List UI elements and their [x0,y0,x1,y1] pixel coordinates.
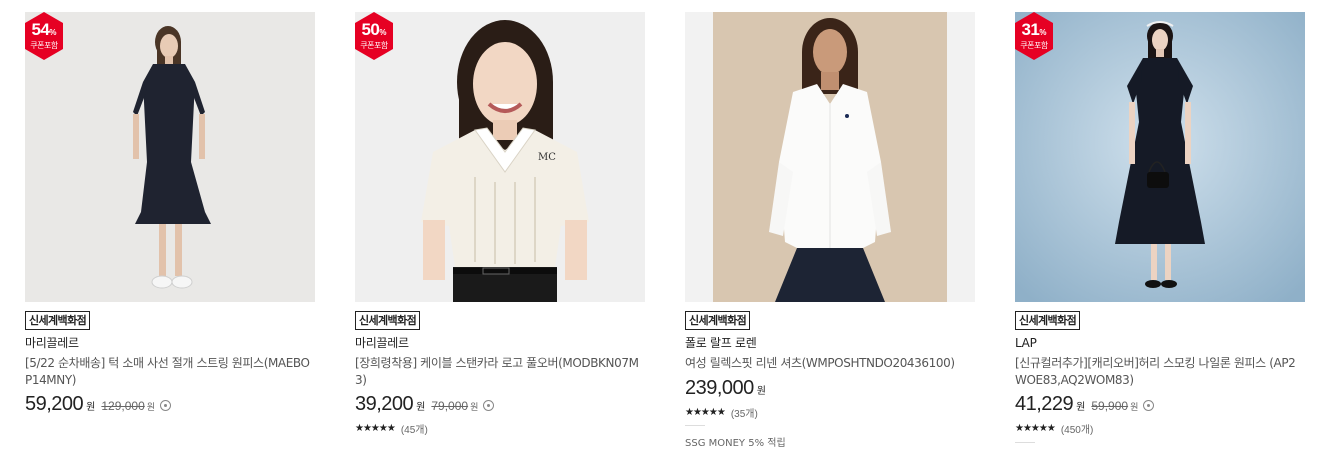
product-image[interactable]: MC 50% 쿠폰포함 [355,12,645,302]
product-title[interactable]: [장희령착용] 케이블 스탠카라 로고 풀오버(MODBKN07M3) [355,355,645,389]
divider [1015,442,1035,443]
price-info-icon[interactable] [160,400,172,411]
discount-badge: 54% 쿠폰포함 [25,12,63,60]
discount-badge: 31% 쿠폰포함 [1015,12,1053,60]
rating-row[interactable]: ★★★★★ (35개) [685,405,758,420]
store-tag: 신세계백화점 [685,311,751,330]
price-info-icon[interactable] [1143,400,1155,411]
coupon-included-label: 쿠폰포함 [30,41,58,50]
product-photo [1015,12,1305,302]
rating-row[interactable]: ★★★★★ (45개) [355,421,428,436]
original-price: 59,900 [1091,399,1129,413]
discount-percent: 54% [31,20,57,39]
price-row: 59,200 원 129,000 원 [25,393,172,416]
price-row: 239,000 원 [685,377,766,400]
discount-percent: 50% [361,20,387,39]
product-photo [685,12,975,302]
price-row: 39,200 원 79,000 원 [355,393,495,416]
original-currency-unit: 원 [1130,403,1139,413]
ssg-money-benefit: SSG MONEY 5% 적립 [685,438,786,449]
product-photo [25,12,315,302]
star-rating-icon: ★★★★★ [355,423,396,434]
rating-row[interactable]: ★★★★★ (450개) [1015,421,1093,436]
star-rating-icon: ★★★★★ [1015,423,1056,434]
star-rating-icon: ★★★★★ [685,407,726,418]
brand-name[interactable]: 폴로 랄프 로렌 [685,336,757,351]
product-photo: MC [355,12,645,302]
store-tag: 신세계백화점 [355,311,421,330]
coupon-included-label: 쿠폰포함 [360,41,388,50]
original-price: 79,000 [431,399,469,413]
product-image[interactable] [685,12,975,302]
sale-price: 39,200 [355,393,414,415]
currency-unit: 원 [756,386,766,397]
coupon-included-label: 쿠폰포함 [1020,41,1048,50]
product-image[interactable]: 31% 쿠폰포함 [1015,12,1305,302]
product-title[interactable]: 여성 릴렉스핏 리넨 셔츠(WMPOSHTNDO20436100) [685,355,975,372]
product-image[interactable]: 54% 쿠폰포함 [25,12,315,302]
product-title[interactable]: [5/22 순차배송] 턱 소매 사선 절개 스트링 원피스(MAEBOP14M… [25,355,315,389]
divider [685,425,705,426]
original-price: 129,000 [101,399,145,413]
review-count: (450개) [1060,425,1094,436]
product-card: 31% 쿠폰포함 신세계백화점 LAP [신규컬러추가][캐리오버]허리 스모킹… [1015,12,1305,443]
sale-price: 41,229 [1015,393,1074,415]
sale-price: 239,000 [685,377,754,399]
brand-name[interactable]: 마리끌레르 [355,336,409,351]
price-info-icon[interactable] [483,400,495,411]
currency-unit: 원 [86,402,96,413]
discount-percent: 31% [1021,20,1047,39]
discount-badge: 50% 쿠폰포함 [355,12,393,60]
svg-text:MC: MC [538,152,556,163]
price-row: 41,229 원 59,900 원 [1015,393,1155,416]
review-count: (45개) [400,425,428,436]
currency-unit: 원 [416,402,426,413]
original-currency-unit: 원 [470,403,479,413]
store-tag: 신세계백화점 [1015,311,1081,330]
product-card: 신세계백화점 폴로 랄프 로렌 여성 릴렉스핏 리넨 셔츠(WMPOSHTNDO… [685,12,975,449]
product-title[interactable]: [신규컬러추가][캐리오버]허리 스모킹 나일론 원피스 (AP2WOE83,A… [1015,355,1305,389]
product-card: 54% 쿠폰포함 신세계백화점 마리끌레르 [5/22 순차배송] 턱 소매 사… [25,12,315,415]
brand-name[interactable]: LAP [1015,336,1037,351]
store-tag: 신세계백화점 [25,311,91,330]
brand-name[interactable]: 마리끌레르 [25,336,79,351]
product-card: MC 50% 쿠폰포함 신세계백화점 마리끌레르 [장희령착용] 케이블 스탠카… [355,12,645,436]
review-count: (35개) [730,409,758,420]
sale-price: 59,200 [25,393,84,415]
currency-unit: 원 [1076,402,1086,413]
original-currency-unit: 원 [146,403,156,413]
